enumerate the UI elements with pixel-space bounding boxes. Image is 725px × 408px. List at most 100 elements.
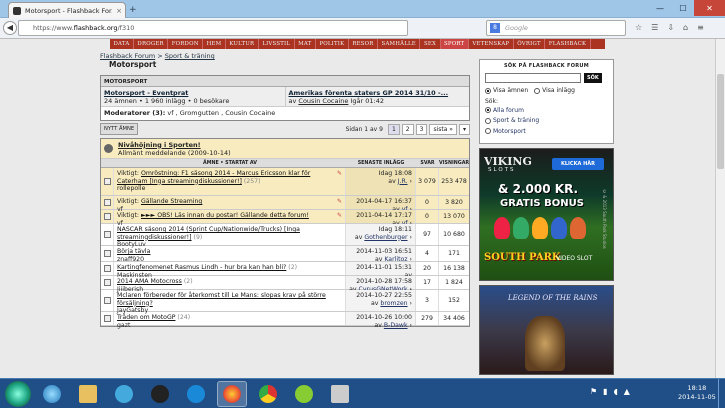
last-post-user-link[interactable]: Cousin Cocaine	[298, 97, 348, 105]
search-placeholder: Google	[505, 24, 528, 32]
go-to-post-icon[interactable]: ›	[408, 178, 413, 185]
col-last-post[interactable]: SENASTE INLÄGG	[346, 159, 416, 167]
menu-item-droger[interactable]: DROGER	[134, 39, 169, 49]
go-to-post-icon[interactable]: ›	[408, 300, 413, 307]
moderators-label: Moderatorer (3):	[104, 109, 166, 117]
taskbar-hp[interactable]	[181, 381, 211, 407]
radio-motorsport[interactable]	[485, 128, 491, 134]
show-desktop-button[interactable]	[718, 379, 725, 408]
menu-item-sex[interactable]: SEX	[420, 39, 441, 49]
tab-close-icon[interactable]: ×	[116, 7, 125, 15]
radio-sport[interactable]	[485, 117, 491, 124]
thread-link[interactable]: Gällande Streaming	[141, 198, 202, 205]
menu-item-mat[interactable]: MAT	[295, 39, 316, 49]
last-post-user[interactable]: J.R.	[398, 178, 408, 185]
ad-cta-button[interactable]: KLICKA HÄR	[552, 158, 604, 170]
announcement-link[interactable]: Nivåhöjning i Sporten!	[118, 141, 201, 149]
thread-status-icon	[101, 246, 114, 261]
menu-item-data[interactable]: DATA	[110, 39, 134, 49]
col-topic[interactable]: ÄMNE • STARTAT AV	[114, 159, 346, 167]
taskbar-app9[interactable]	[325, 381, 355, 407]
bookmarks-icon[interactable]: ☰	[651, 23, 658, 32]
close-window-button[interactable]: ✕	[694, 0, 725, 16]
minimize-button[interactable]: —	[648, 0, 672, 16]
breadcrumb-home-link[interactable]: Flashback Forum	[100, 52, 155, 60]
subforum-link[interactable]: Motorsport - Eventprat	[104, 89, 188, 97]
vertical-scrollbar[interactable]	[715, 39, 725, 378]
search-box[interactable]: 8 Google	[486, 20, 626, 36]
page-1-button[interactable]: 1	[387, 123, 400, 135]
last-post-user[interactable]: bromzen	[380, 300, 407, 307]
home-icon[interactable]: ⌂	[683, 23, 688, 32]
radio-show-posts[interactable]	[534, 87, 541, 94]
col-replies[interactable]: SVAR	[416, 159, 439, 167]
last-post-user[interactable]: B-Dawk	[384, 322, 408, 329]
menu-item-samhälle[interactable]: SAMHÄLLE	[378, 39, 421, 49]
thread-link[interactable]: NASCAR säsong 2014 (Sprint Cup/Nationwid…	[117, 226, 300, 241]
flag-icon[interactable]: ⚑	[590, 387, 597, 396]
thread-link[interactable]: Kartingfenomenet Rasmus Lindh - hur bra …	[117, 264, 286, 271]
radio-all-forums[interactable]	[485, 107, 491, 113]
menu-item-flashback[interactable]: FLASHBACK	[545, 39, 591, 49]
viking-slots-ad[interactable]: VIKING SLOTS KLICKA HÄR & 2.000 KR. GRAT…	[479, 148, 614, 281]
back-arrow-icon[interactable]: ◀	[3, 21, 17, 35]
taskbar-app4[interactable]	[145, 381, 175, 407]
maximize-button[interactable]: ☐	[672, 0, 694, 16]
taskbar-app3[interactable]	[109, 381, 139, 407]
last-post-user[interactable]: Gothenburger	[364, 234, 407, 241]
page-3-button[interactable]: 3	[415, 123, 428, 135]
thread-starter[interactable]: rollepolle	[117, 185, 145, 192]
menu-item-resor[interactable]: RESOR	[349, 39, 379, 49]
forum-search-input[interactable]	[485, 73, 581, 83]
col-views[interactable]: VISNINGAR	[439, 159, 469, 167]
network-icon[interactable]: ▮	[603, 387, 607, 396]
address-bar[interactable]: ◀ https://www.flashback.org/f310	[3, 20, 408, 36]
search-submit-button[interactable]: SÖK	[584, 73, 602, 83]
last-thread-link[interactable]: Amerikas förenta staters GP 2014 31/10 -…	[289, 89, 449, 97]
thread-link[interactable]: Omröstning: F1 säsong 2014 - Marcus Eric…	[117, 170, 310, 185]
page-2-button[interactable]: 2	[401, 123, 414, 135]
menu-item-livsstil[interactable]: LIVSSTIL	[259, 39, 295, 49]
go-to-post-icon[interactable]: ›	[408, 322, 413, 329]
chrome-icon	[259, 384, 277, 403]
taskbar-explorer[interactable]	[73, 381, 103, 407]
google-engine-icon[interactable]: 8	[490, 23, 500, 33]
volume-icon[interactable]: ◖	[614, 387, 618, 396]
menu-item-sport[interactable]: SPORT	[440, 39, 469, 49]
radio-show-topics[interactable]	[485, 87, 491, 94]
browser-tab[interactable]: Motorsport - Flashback For... ×	[8, 2, 126, 18]
tray-up-icon[interactable]: ▲	[624, 387, 630, 396]
thread-link[interactable]: Mclaren förbereder för återkomst till Le…	[117, 292, 326, 307]
menu-item-politik[interactable]: POLITIK	[316, 39, 349, 49]
thread-link[interactable]: Börja tävla	[117, 248, 150, 255]
menu-item-hem[interactable]: HEM	[203, 39, 226, 49]
go-to-post-icon[interactable]: ›	[408, 234, 413, 241]
new-topic-button[interactable]: NYTT ÄMNE	[100, 123, 139, 135]
thread-link[interactable]: 2014 AMA Motocross	[117, 278, 182, 285]
star-icon[interactable]: ☆	[635, 23, 642, 32]
taskbar-clock[interactable]: 18:18 2014-11-05	[678, 384, 716, 402]
thread-link[interactable]: ►►► OBS! Läs innan du postar! Gällande d…	[141, 212, 309, 219]
taskbar-firefox[interactable]	[217, 380, 247, 407]
menu-item-övrigt[interactable]: ÖVRIGT	[514, 39, 546, 49]
taskbar-chrome[interactable]	[253, 381, 283, 407]
taskbar-ie[interactable]	[37, 381, 67, 407]
thread-starter[interactable]: gazt	[117, 322, 130, 329]
start-button[interactable]	[5, 380, 31, 407]
thread-last-post: Idag 18:11 av Gothenburger ›	[346, 224, 416, 245]
download-icon[interactable]: ⇩	[667, 23, 674, 32]
thread-link[interactable]: Tråden om MotoGP	[117, 314, 175, 321]
menu-item-kultur[interactable]: KULTUR	[226, 39, 259, 49]
page-menu-button[interactable]: ▾	[458, 123, 470, 135]
new-tab-button[interactable]: +	[129, 5, 137, 15]
last-post-by-label: av	[371, 299, 381, 307]
menu-item-fordon[interactable]: FORDON	[168, 39, 204, 49]
legend-ad[interactable]: LEGEND OF THE RAINS	[479, 285, 614, 375]
scrollbar-thumb[interactable]	[717, 74, 724, 169]
breadcrumb-parent-link[interactable]: Sport & träning	[165, 52, 215, 60]
last-page-button[interactable]: sista »	[429, 123, 457, 135]
menu-item-vetenskap[interactable]: VETENSKAP	[469, 39, 514, 49]
thread-icon	[103, 297, 111, 304]
taskbar-spotify[interactable]	[289, 381, 319, 407]
menu-icon[interactable]: ≡	[697, 23, 704, 32]
